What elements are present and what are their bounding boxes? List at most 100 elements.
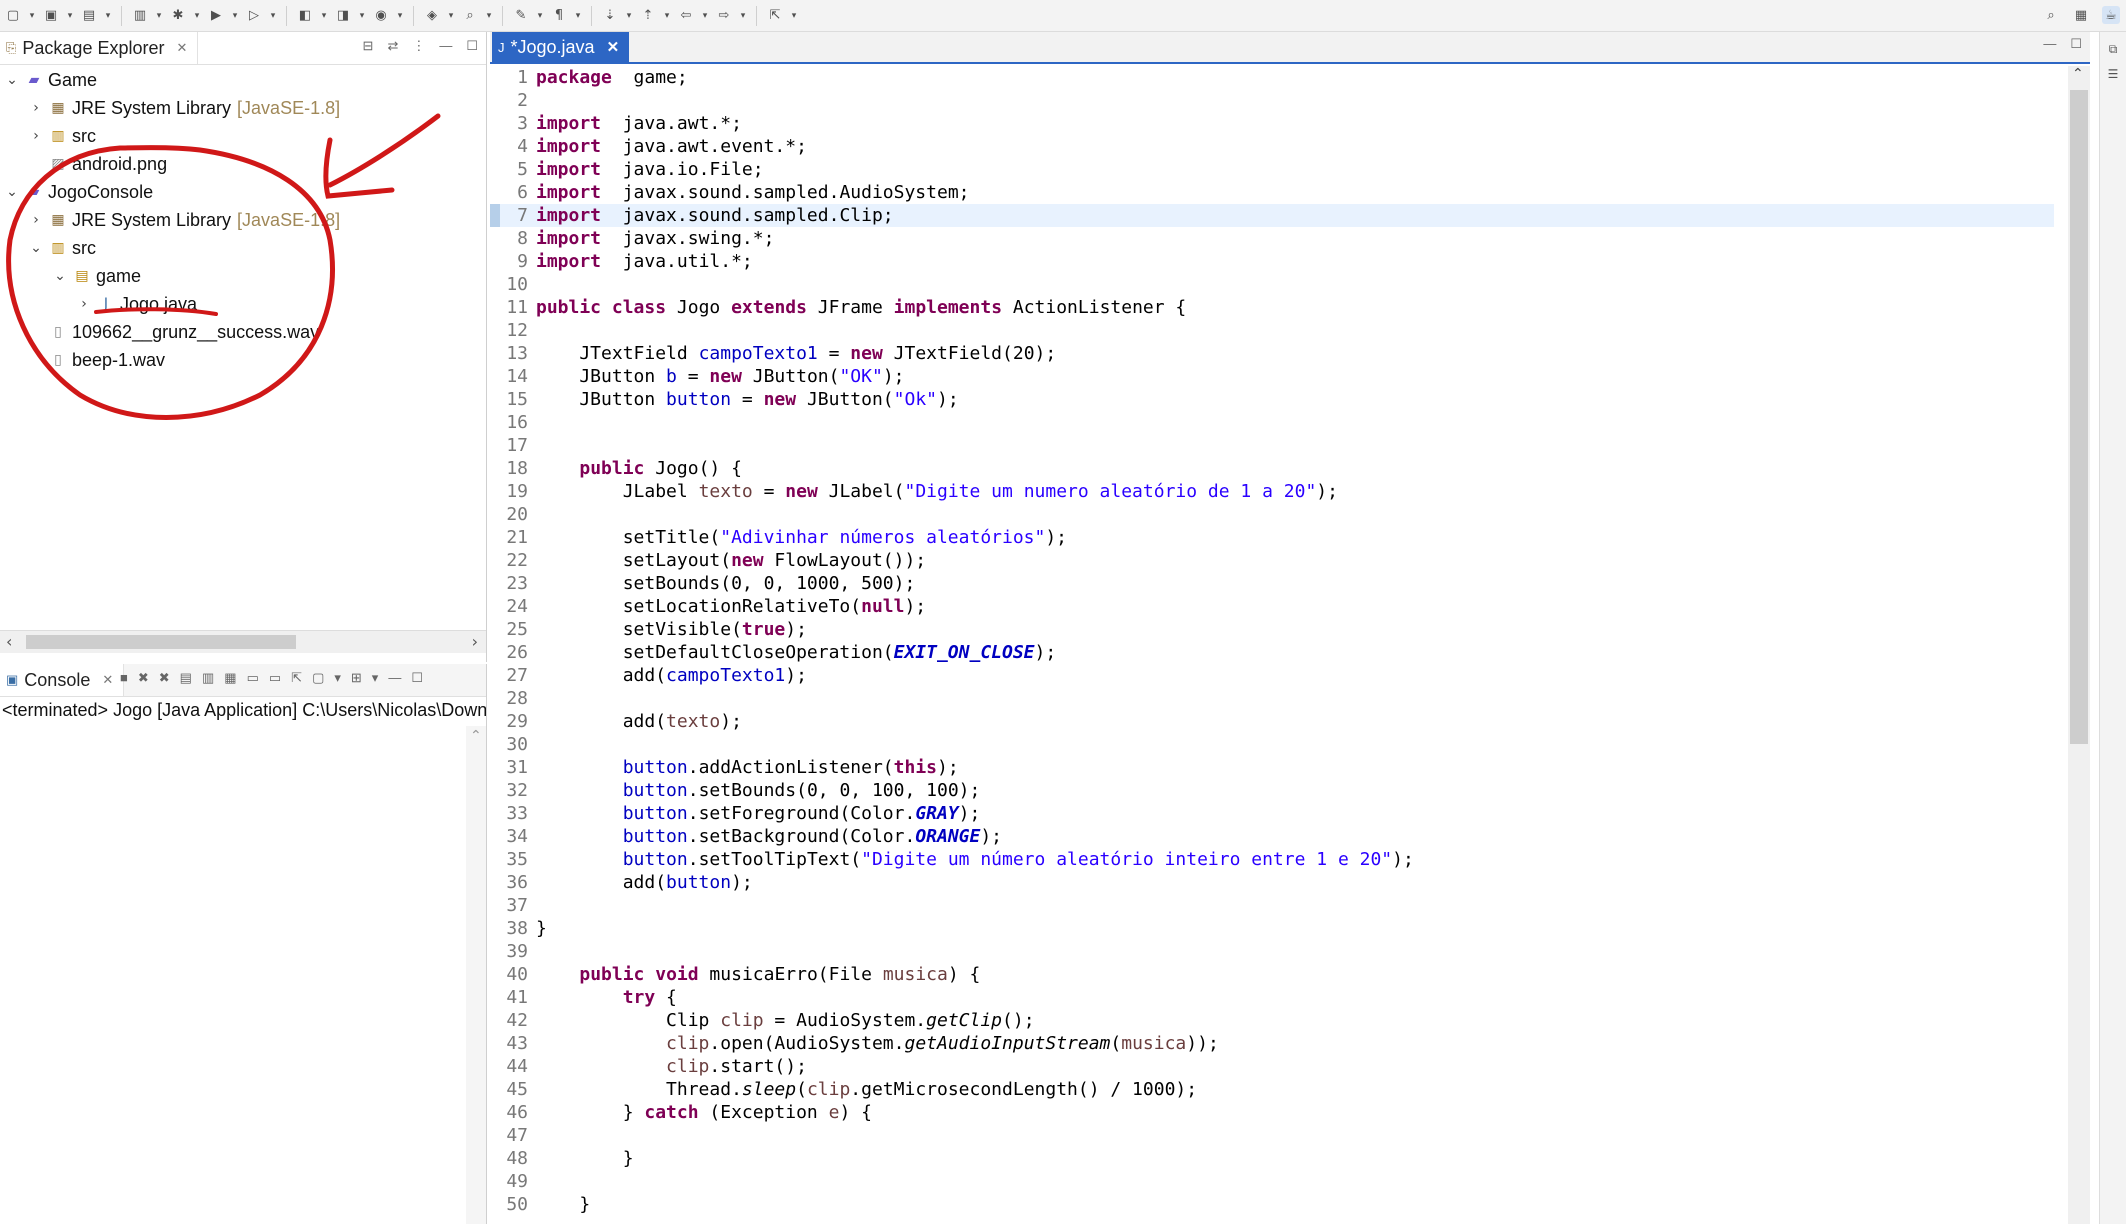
code-line[interactable]: 20 [490,503,2054,526]
chevron-right-icon[interactable]: › [76,296,92,312]
display-console-icon[interactable]: ▢ [312,670,324,686]
code-line[interactable]: 40 public void musicaErro(File musica) { [490,963,2054,986]
chevron-right-icon[interactable]: › [28,212,44,228]
code-line[interactable]: 1 package game; [490,66,2054,89]
new-java-project-icon[interactable]: ◧ [296,7,314,25]
code-line[interactable]: 36 add(button); [490,871,2054,894]
tab-console[interactable]: ▣ Console ✕ [0,664,125,696]
dropdown-icon[interactable]: ▾ [231,7,239,25]
open-type-icon[interactable]: ◈ [423,7,441,25]
code-line[interactable]: 21 setTitle("Adivinhar números aleatório… [490,526,2054,549]
forward-icon[interactable]: ⇨ [715,7,733,25]
code-line[interactable]: 5 import java.io.File; [490,158,2054,181]
dropdown-icon[interactable]: ▾ [574,7,582,25]
tree-item[interactable]: ⌄ ▤ game [0,262,486,290]
chevron-down-icon[interactable]: ⌄ [28,240,44,256]
code-line[interactable]: 37 [490,894,2054,917]
code-line[interactable]: 11 public class Jogo extends JFrame imple… [490,296,2054,319]
horizontal-scrollbar[interactable]: ‹ › [0,630,486,653]
maximize-icon[interactable]: ☐ [2070,36,2082,52]
dropdown-icon[interactable]: ▾ [485,7,493,25]
code-line[interactable]: 22 setLayout(new FlowLayout()); [490,549,2054,572]
code-line[interactable]: 50 } [490,1193,2054,1216]
minimize-icon[interactable]: — [2043,36,2056,52]
terminate-icon[interactable]: ■ [120,670,128,686]
back-icon[interactable]: ⇦ [677,7,695,25]
scroll-up-icon[interactable]: ⌃ [470,728,482,744]
save-icon[interactable]: ▣ [42,7,60,25]
debug-icon[interactable]: ✱ [169,7,187,25]
code-line[interactable]: 13 JTextField campoTexto1 = new JTextFie… [490,342,2054,365]
code-line[interactable]: 18 public Jogo() { [490,457,2054,480]
dropdown-icon[interactable]: ▾ [372,670,379,686]
code-line[interactable]: 16 [490,411,2054,434]
new-class-icon[interactable]: ◉ [372,7,390,25]
console-scrollbar[interactable]: ⌃ [466,726,486,1224]
clear-console-icon[interactable]: ▤ [180,670,192,686]
tree-item[interactable]: ⌄ ▥ src [0,234,486,262]
dropdown-icon[interactable]: ▾ [739,7,747,25]
code-line[interactable]: 32 button.setBounds(0, 0, 100, 100); [490,779,2054,802]
scroll-up-icon[interactable]: ⌃ [2072,66,2084,82]
code-line[interactable]: 25 setVisible(true); [490,618,2054,641]
code-line[interactable]: 19 JLabel texto = new JLabel("Digite um … [490,480,2054,503]
run-icon[interactable]: ▶ [207,7,225,25]
dropdown-icon[interactable]: ▾ [790,7,798,25]
code-line[interactable]: 30 [490,733,2054,756]
remove-all-terminated-icon[interactable]: ✖ [159,670,170,686]
toggle-mark-icon[interactable]: ✎ [512,7,530,25]
dropdown-icon[interactable]: ▾ [701,7,709,25]
search-icon[interactable]: ⌕ [2042,6,2060,24]
scroll-lock-icon[interactable]: ▥ [202,670,214,686]
new-package-icon[interactable]: ◨ [334,7,352,25]
code-line[interactable]: 8 import javax.swing.*; [490,227,2054,250]
code-line[interactable]: 35 button.setToolTipText("Digite um núme… [490,848,2054,871]
word-wrap-icon[interactable]: ▦ [224,670,236,686]
code-line[interactable]: 43 clip.open(AudioSystem.getAudioInputSt… [490,1032,2054,1055]
dropdown-icon[interactable]: ▾ [193,7,201,25]
chevron-down-icon[interactable]: ⌄ [4,184,20,200]
close-icon[interactable]: ✕ [102,672,113,688]
code-editor[interactable]: 1 package game; 2 3 import java.awt.*; 4 impor… [490,64,2054,1224]
code-line[interactable]: 39 [490,940,2054,963]
scroll-right-icon[interactable]: › [472,632,478,651]
run-external-icon[interactable]: ▷ [245,7,263,25]
open-console-icon[interactable]: ⊞ [351,670,362,686]
code-line[interactable]: 15 JButton button = new JButton("Ok"); [490,388,2054,411]
code-line[interactable]: 42 Clip clip = AudioSystem.getClip(); [490,1009,2054,1032]
pin-console-icon[interactable]: ⇱ [291,670,302,686]
pin-editor-icon[interactable]: ⇱ [766,7,784,25]
dropdown-icon[interactable]: ▾ [320,7,328,25]
code-line[interactable]: 48 } [490,1147,2054,1170]
code-line[interactable]: 3 import java.awt.*; [490,112,2054,135]
tree-item[interactable]: ▯ beep-1.wav [0,346,486,374]
new-icon[interactable]: ▢ [4,7,22,25]
code-line[interactable]: 9 import java.util.*; [490,250,2054,273]
tree-item[interactable]: ⌄ ▰ Game [0,66,486,94]
dropdown-icon[interactable]: ▾ [663,7,671,25]
scrollbar-thumb[interactable] [2070,90,2088,744]
code-line[interactable]: 49 [490,1170,2054,1193]
link-with-editor-icon[interactable]: ⇄ [387,38,398,54]
outline-icon[interactable]: ☰ [2100,67,2126,81]
code-line[interactable]: 46 } catch (Exception e) { [490,1101,2054,1124]
chevron-right-icon[interactable]: › [28,100,44,116]
next-annotation-icon[interactable]: ⇣ [601,7,619,25]
dropdown-icon[interactable]: ▾ [447,7,455,25]
restore-icon[interactable]: ⧉ [2100,42,2126,57]
open-perspective-icon[interactable]: ▦ [2072,6,2090,24]
tree-item[interactable]: › J Jogo.java [0,290,486,318]
print-icon[interactable]: ▥ [131,7,149,25]
view-menu-icon[interactable]: ⋮ [412,38,425,54]
save-all-icon[interactable]: ▤ [80,7,98,25]
java-perspective-icon[interactable]: ☕ [2102,6,2120,24]
tree-item[interactable]: ▨ android.png [0,150,486,178]
code-line[interactable]: 33 button.setForeground(Color.GRAY); [490,802,2054,825]
code-line[interactable]: 7 import javax.sound.sampled.Clip; [490,204,2054,227]
code-line[interactable]: 38} [490,917,2054,940]
tab-jogo-java[interactable]: J *Jogo.java ✕ [492,32,630,62]
code-line[interactable]: 6 import javax.sound.sampled.AudioSystem; [490,181,2054,204]
close-icon[interactable]: ✕ [176,40,187,56]
collapse-all-icon[interactable]: ⊟ [363,38,374,54]
show-on-stderr-icon[interactable]: ▭ [269,670,281,686]
